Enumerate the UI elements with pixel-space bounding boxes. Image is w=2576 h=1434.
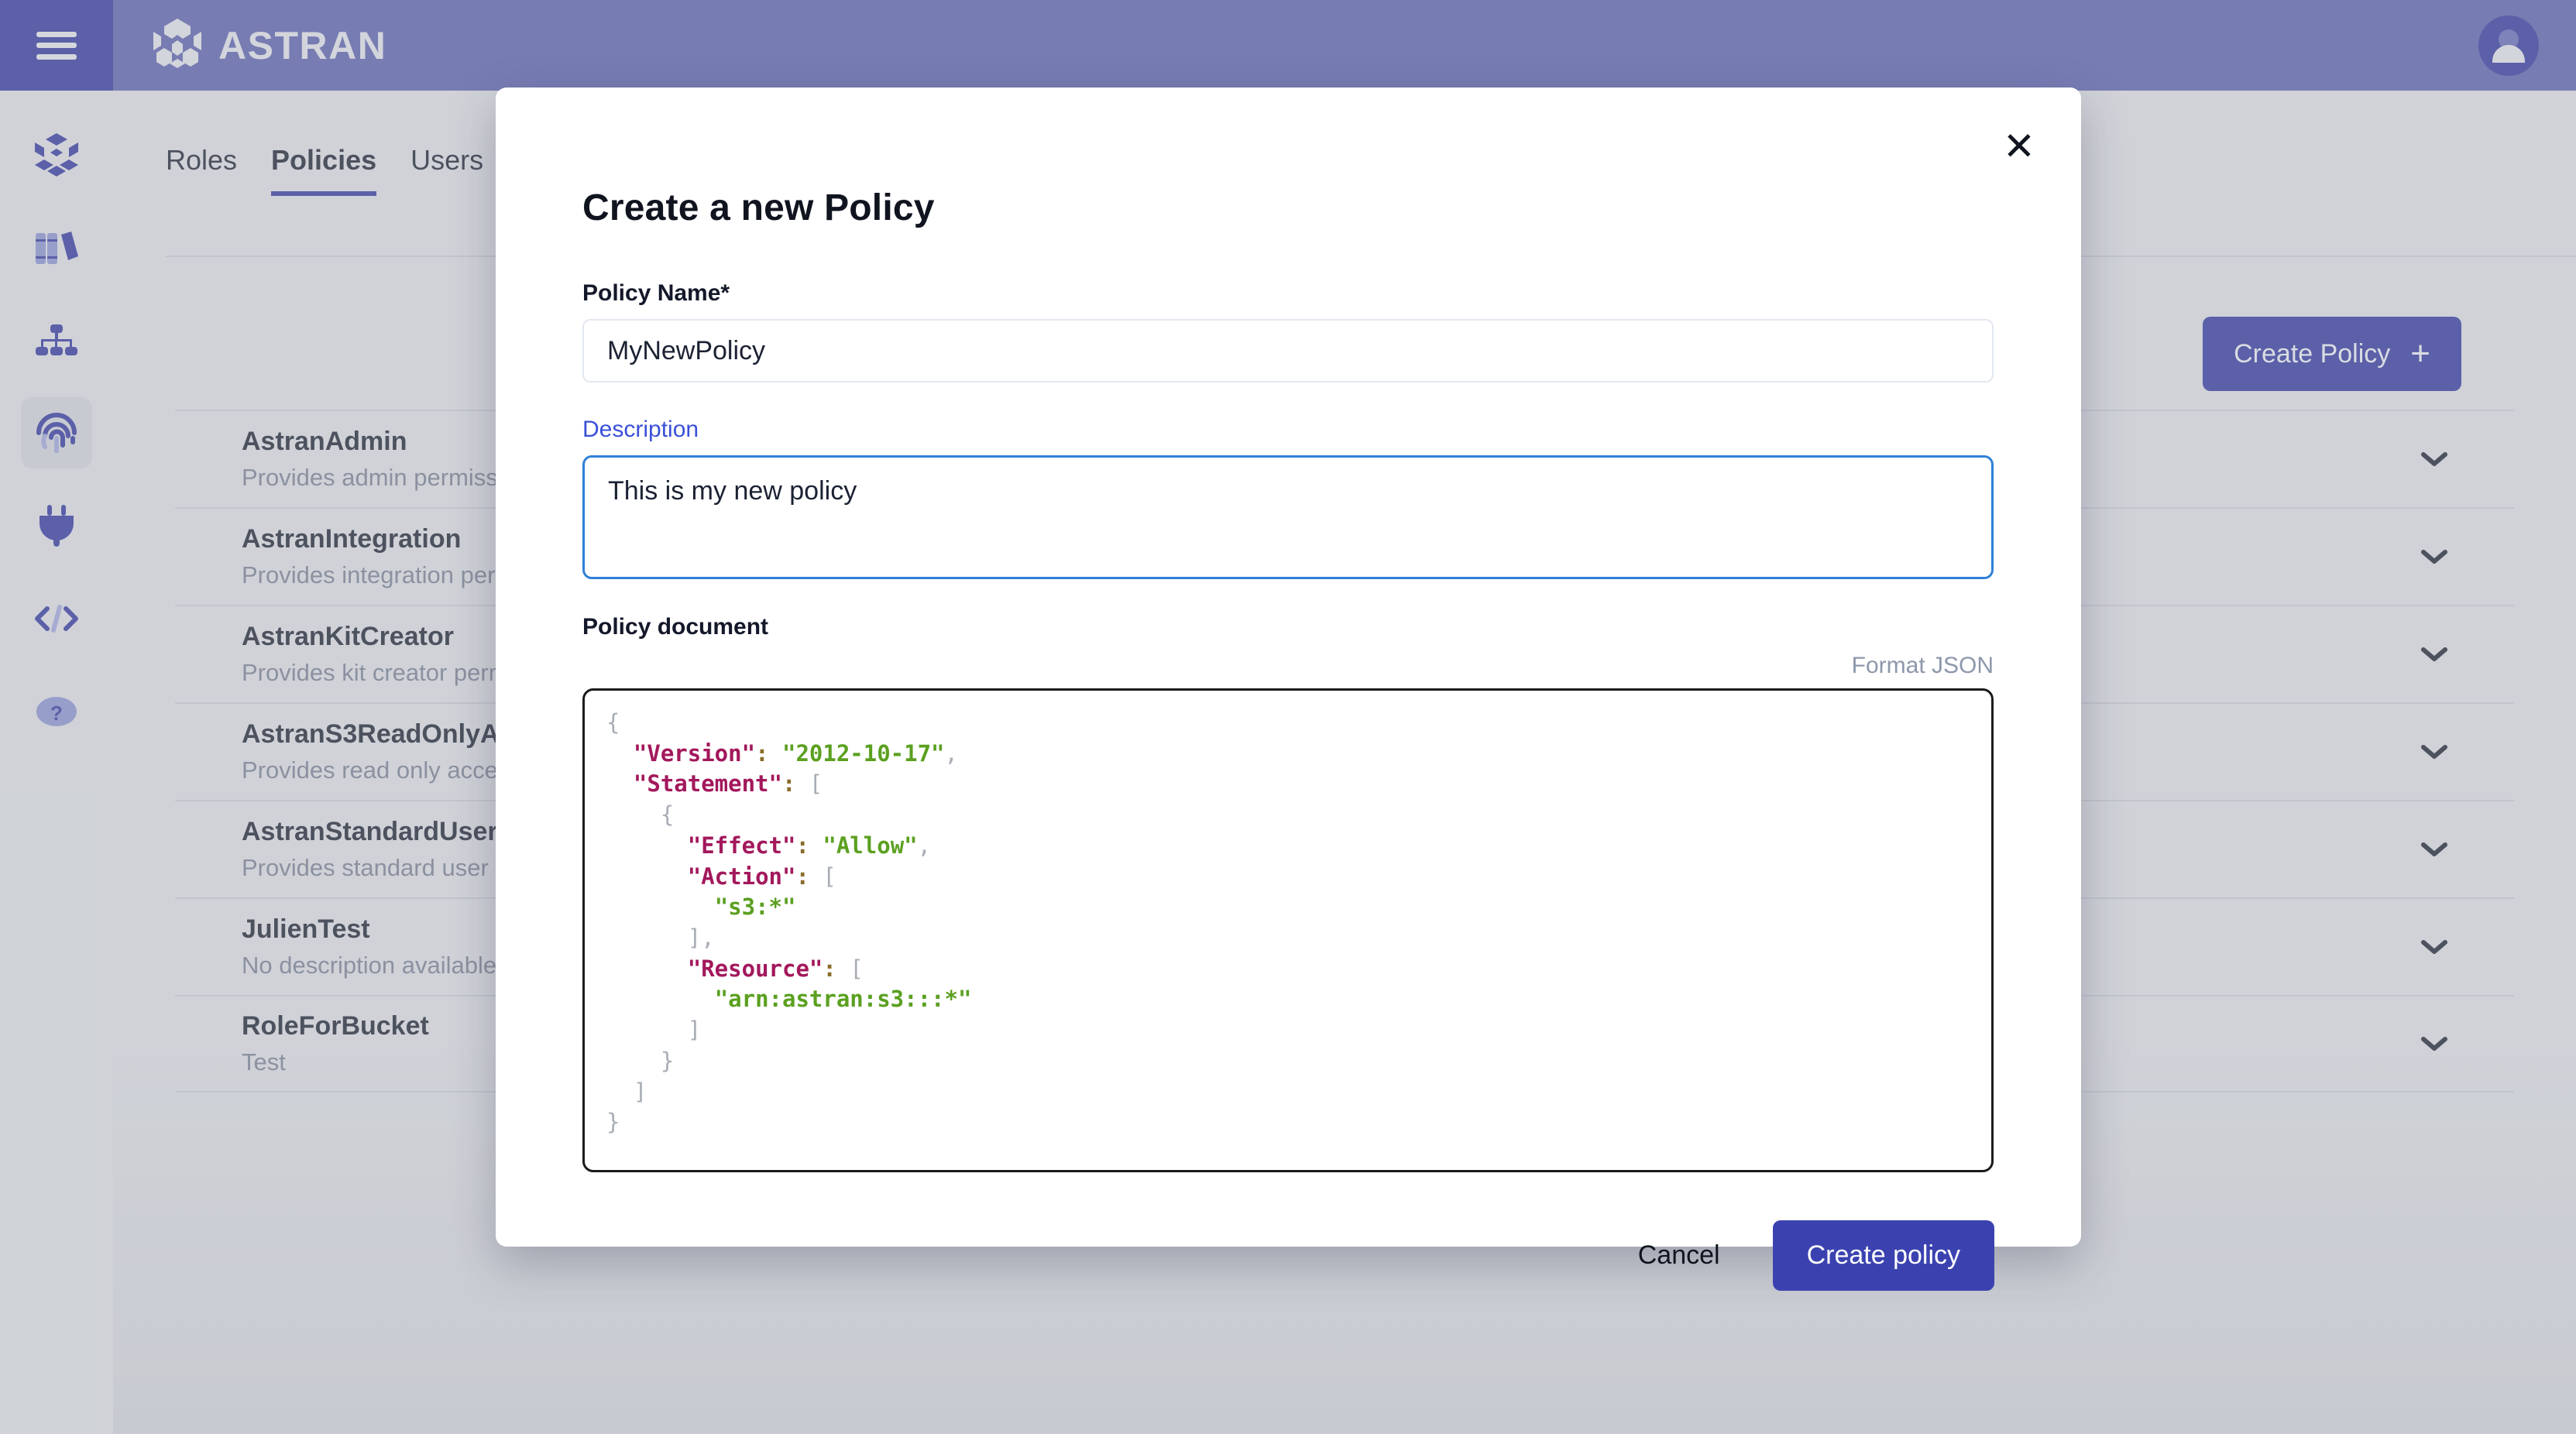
create-policy-submit-button[interactable]: Create policy <box>1772 1220 1994 1291</box>
policy-name-label: Policy Name* <box>582 280 730 306</box>
sitemap-org-icon <box>34 324 79 355</box>
format-json-link[interactable]: Format JSON <box>582 653 1994 679</box>
sidebar-item-help[interactable]: ? <box>21 676 92 747</box>
menu-toggle-button[interactable] <box>0 0 113 91</box>
modal-footer: Cancel Create policy <box>496 1220 2081 1291</box>
policy-name-field-group: Policy Name* <box>582 280 1994 383</box>
policy-info: RoleForBucket Test <box>242 1010 429 1079</box>
policy-description: Test <box>242 1048 286 1076</box>
policy-name: RoleForBucket <box>242 1010 429 1041</box>
app-root: ASTRAN ? Roles Policies Users Create Pol… <box>0 0 2576 1434</box>
create-policy-button[interactable]: Create Policy + <box>2203 317 2461 391</box>
hamburger-icon <box>36 31 77 60</box>
sidebar-item-library[interactable] <box>21 211 92 283</box>
sidebar-item-integrations[interactable] <box>21 490 92 561</box>
cancel-button[interactable]: Cancel <box>1633 1233 1725 1278</box>
policy-document-editor[interactable]: { "Version": "2012-10-17", "Statement": … <box>582 688 1994 1172</box>
policy-info: JulienTest No description available <box>242 913 496 982</box>
chevron-down-icon[interactable] <box>2421 451 2447 467</box>
modal-title: Create a new Policy <box>582 187 935 228</box>
chevron-down-icon[interactable] <box>2421 549 2447 564</box>
chevron-down-icon[interactable] <box>2421 744 2447 760</box>
astran-hex-logo-icon <box>153 18 201 73</box>
plug-icon <box>38 505 75 547</box>
user-avatar[interactable] <box>2478 15 2539 76</box>
svg-text:?: ? <box>50 702 63 725</box>
sidebar-item-identity[interactable] <box>21 397 92 468</box>
modal-body: Policy Name* Description Policy document… <box>496 280 2081 1172</box>
help-question-icon: ? <box>36 696 77 727</box>
policy-name-input[interactable] <box>582 319 1994 383</box>
policy-name: JulienTest <box>242 914 370 944</box>
tab-policies[interactable]: Policies <box>271 146 377 196</box>
books-library-icon <box>34 228 79 266</box>
policy-description: No description available <box>242 952 497 979</box>
description-field-group: Description <box>582 417 1994 583</box>
list-actions: Create Policy + <box>2203 317 2461 391</box>
chevron-down-icon[interactable] <box>2421 1036 2447 1051</box>
brand: ASTRAN <box>153 18 387 73</box>
chevron-down-icon[interactable] <box>2421 647 2447 662</box>
sidebar-item-cube[interactable] <box>21 118 92 190</box>
create-policy-button-label: Create Policy <box>2234 338 2391 369</box>
description-label: Description <box>582 417 699 442</box>
sidebar-item-developer[interactable] <box>21 583 92 654</box>
brand-title: ASTRAN <box>218 23 387 67</box>
chevron-down-icon[interactable] <box>2421 939 2447 955</box>
code-brackets-icon <box>34 605 79 633</box>
cube-hex-icon <box>33 132 80 177</box>
policy-document-group: Policy document Format JSON { "Version":… <box>582 614 1994 1172</box>
description-textarea[interactable] <box>582 455 1994 579</box>
policy-document-code: { "Version": "2012-10-17", "Statement": … <box>606 709 972 1136</box>
policy-document-label: Policy document <box>582 614 769 640</box>
close-icon[interactable]: ✕ <box>1994 122 2044 171</box>
plus-icon: + <box>2410 334 2430 372</box>
tab-users[interactable]: Users <box>410 146 483 196</box>
avatar-body-icon <box>2492 44 2525 63</box>
tab-roles[interactable]: Roles <box>166 146 237 196</box>
fingerprint-icon <box>35 413 78 453</box>
sidebar-item-sitemap[interactable] <box>21 304 92 376</box>
chevron-down-icon[interactable] <box>2421 842 2447 857</box>
create-policy-modal: ✕ Create a new Policy Policy Name* Descr… <box>496 87 2081 1291</box>
top-bar: ASTRAN <box>0 0 2576 91</box>
sidebar-rail: ? <box>0 91 113 1434</box>
